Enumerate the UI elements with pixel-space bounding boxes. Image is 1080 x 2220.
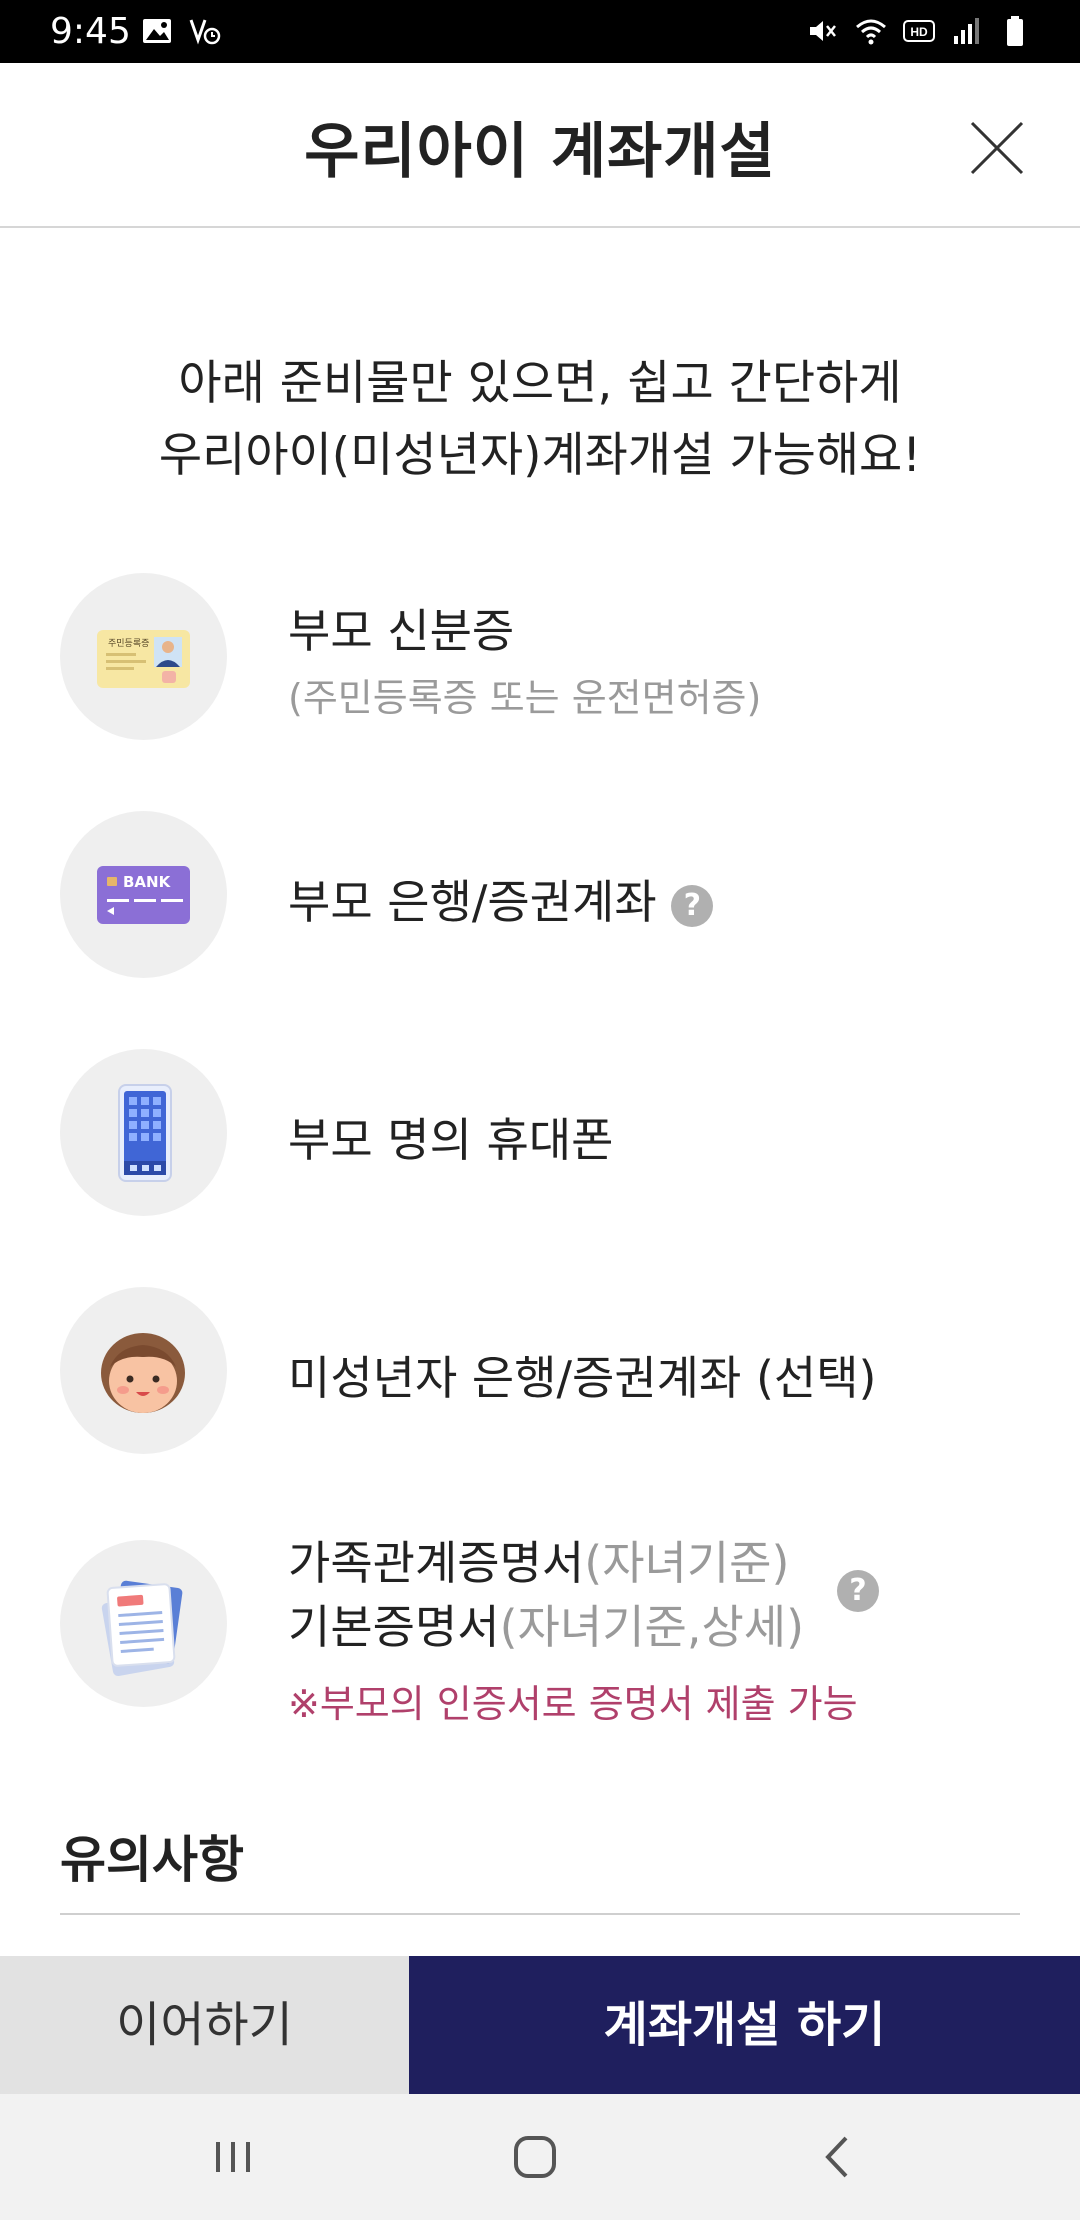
intro-line-1: 아래 준비물만 있으면, 쉽고 간단하게 bbox=[178, 356, 902, 411]
open-account-button[interactable]: 계좌개설 하기 bbox=[409, 1956, 1080, 2094]
certificate-basic: 기본증명서 bbox=[288, 1600, 500, 1654]
header: 우리아이 계좌개설 bbox=[0, 63, 1080, 228]
recent-apps-icon[interactable] bbox=[198, 2122, 268, 2192]
requirement-icon-circle: 주민등록증 bbox=[60, 573, 227, 740]
child-icon bbox=[101, 1333, 185, 1413]
document-icon bbox=[101, 1580, 183, 1677]
requirement-title: 미성년자 은행/증권계좌 (선택) bbox=[288, 1351, 877, 1405]
requirement-title-line-1: 가족관계증명서(자녀기준) bbox=[288, 1527, 789, 1593]
continue-button[interactable]: 이어하기 bbox=[0, 1956, 409, 2094]
certificate-family-relation: 가족관계증명서 bbox=[288, 1536, 585, 1590]
certificate-notice: ※부모의 인증서로 증명서 제출 가능 bbox=[288, 1682, 858, 1726]
requirement-title-row: 부모 은행/증권계좌 ? bbox=[288, 866, 714, 932]
back-icon[interactable] bbox=[802, 2122, 872, 2192]
requirement-icon-circle: BANK bbox=[60, 811, 227, 978]
requirement-icon-circle bbox=[60, 1287, 227, 1454]
battery-icon bbox=[1007, 16, 1023, 46]
status-left-icons bbox=[140, 14, 222, 48]
bank-card-icon: BANK bbox=[97, 866, 190, 924]
page-title: 우리아이 계좌개설 bbox=[304, 117, 776, 187]
help-icon[interactable]: ? bbox=[671, 884, 714, 927]
hd-icon: HD bbox=[903, 20, 935, 42]
image-icon bbox=[143, 19, 171, 43]
requirement-title: 부모 명의 휴대폰 bbox=[288, 1113, 614, 1167]
status-time: 9:45 bbox=[50, 11, 131, 52]
wifi-icon bbox=[856, 19, 886, 45]
certificate-basic-note: (자녀기준,상세) bbox=[499, 1600, 805, 1654]
status-bar: 9:45 HD bbox=[0, 0, 1080, 63]
intro-text: 아래 준비물만 있으면, 쉽고 간단하게 우리아이(미성년자)계좌개설 가능해요… bbox=[0, 348, 1080, 492]
requirement-icon-circle bbox=[60, 1049, 227, 1216]
requirement-title: 부모 신분증 bbox=[288, 604, 515, 658]
mute-icon bbox=[810, 21, 836, 41]
svg-text:HD: HD bbox=[910, 25, 928, 39]
id-card-icon: 주민등록증 bbox=[97, 630, 190, 688]
caution-title: 유의사항 bbox=[60, 1831, 244, 1889]
navigation-bar bbox=[0, 2094, 1080, 2220]
intro-line-2: 우리아이(미성년자)계좌개설 가능해요! bbox=[158, 428, 922, 483]
requirement-subtitle: (주민등록증 또는 운전면허증) bbox=[288, 676, 762, 720]
caution-divider bbox=[60, 1913, 1020, 1915]
certificate-family-relation-note: (자녀기준) bbox=[584, 1536, 790, 1590]
status-right-icons: HD bbox=[806, 14, 1032, 48]
id-card-text: 주민등록증 bbox=[108, 638, 149, 649]
volte-icon bbox=[189, 19, 221, 45]
requirement-title-line-2: 기본증명서(자녀기준,상세) bbox=[288, 1591, 804, 1657]
home-icon[interactable] bbox=[500, 2122, 570, 2192]
smartphone-icon bbox=[118, 1084, 172, 1182]
signal-icon bbox=[954, 18, 979, 44]
requirement-title: 부모 은행/증권계좌 bbox=[288, 875, 657, 929]
requirement-icon-circle bbox=[60, 1540, 227, 1707]
help-icon[interactable]: ? bbox=[837, 1570, 879, 1612]
close-icon[interactable] bbox=[966, 117, 1028, 179]
bank-card-text: BANK bbox=[123, 873, 172, 891]
